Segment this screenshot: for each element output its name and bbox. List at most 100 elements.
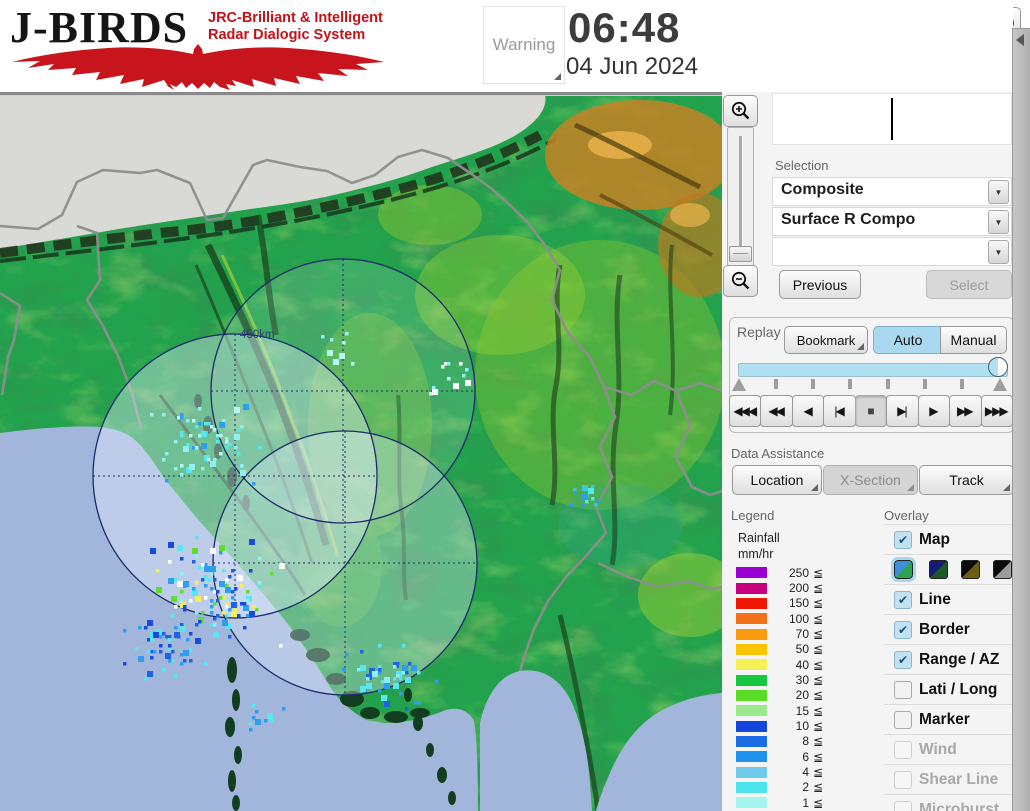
stop-button[interactable]: ■ <box>854 395 888 427</box>
legend-value: 50 <box>795 642 809 657</box>
map-style-swatch[interactable] <box>993 560 1012 579</box>
legend-value: 8 <box>802 734 809 749</box>
legend-color-swatch <box>736 613 767 625</box>
lte-symbol: ≦ <box>813 673 824 688</box>
data-assistance-label: Data Assistance <box>731 446 825 461</box>
skip-start-button[interactable]: |◀ <box>823 395 856 427</box>
legend-row: 30 ≦ <box>736 672 848 687</box>
dropdown-value: Surface R Compo <box>781 211 916 228</box>
legend-color-swatch <box>736 643 767 655</box>
overlay-item-microburst: Microburst <box>884 794 1012 811</box>
clock-time: 06:48 <box>568 4 681 51</box>
legend-color-swatch <box>736 797 767 809</box>
legend-color-swatch <box>736 582 767 594</box>
chevron-down-icon[interactable]: ▼ <box>988 240 1009 264</box>
legend-row: 6 ≦ <box>736 749 848 764</box>
legend-color-swatch <box>736 720 767 732</box>
empty-dropdown[interactable]: ▼ <box>772 237 1012 266</box>
zoom-out-button[interactable] <box>723 265 758 297</box>
radar-map[interactable]: 450km <box>0 95 742 811</box>
checkbox[interactable] <box>894 710 912 729</box>
checkbox[interactable]: ✔ <box>894 530 912 549</box>
jbirds-app: 450km J-BIRDS JRC-Brilliant & Intelligen… <box>0 0 1030 811</box>
forward-button[interactable]: ▶▶ <box>949 395 982 427</box>
checkbox[interactable]: ✔ <box>894 650 912 669</box>
zoom-slider[interactable] <box>727 127 754 266</box>
legend-value: 10 <box>795 719 809 734</box>
play-button[interactable]: ▶ <box>917 395 951 427</box>
zoom-slider-thumb[interactable] <box>729 246 752 262</box>
step-back-button[interactable]: ◀ <box>791 395 825 427</box>
slider-start-marker[interactable] <box>732 378 746 391</box>
overlay-item-marker: Marker <box>884 704 1012 734</box>
checkbox[interactable]: ✔ <box>894 590 912 609</box>
legend-row: 8 ≦ <box>736 734 848 749</box>
lte-symbol: ≦ <box>813 765 824 780</box>
overlay-item-shear-line: Shear Line <box>884 764 1012 794</box>
legend-color-swatch <box>736 781 767 793</box>
lte-symbol: ≦ <box>813 627 824 642</box>
panel-collapse-bar[interactable] <box>1012 28 1030 811</box>
bookmark-button[interactable]: Bookmark <box>784 326 868 354</box>
dropdown-value: Composite <box>781 181 864 198</box>
legend-color-swatch <box>736 659 767 671</box>
legend-color-swatch <box>736 597 767 609</box>
legend-value: 40 <box>795 657 809 672</box>
select-button[interactable]: Select <box>926 270 1012 299</box>
checkbox <box>894 800 912 811</box>
product-dropdown[interactable]: Surface R Compo ▼ <box>772 207 1012 236</box>
rewind-fast-button[interactable]: ◀◀◀ <box>729 395 762 427</box>
legend-value: 200 <box>788 581 809 596</box>
xsection-button[interactable]: X-Section <box>823 465 918 495</box>
overlay-label: Border <box>919 620 970 638</box>
legend-value: 250 <box>788 565 809 580</box>
lte-symbol: ≦ <box>813 780 824 795</box>
legend-row: 20 ≦ <box>736 688 848 703</box>
legend-section-label: Legend <box>731 508 775 523</box>
magnifier-minus-icon <box>731 271 749 290</box>
replay-section-label: Replay <box>737 324 781 340</box>
slider-end-marker[interactable] <box>993 378 1007 391</box>
legend-title: Rainfall <box>738 531 780 545</box>
composite-dropdown[interactable]: Composite ▼ <box>772 177 1012 206</box>
map-style-swatch[interactable] <box>961 560 980 579</box>
slider-tick <box>848 379 853 389</box>
time-slider-track[interactable] <box>738 363 1008 377</box>
lte-symbol: ≦ <box>813 611 824 626</box>
auto-mode-button[interactable]: Auto <box>873 326 943 354</box>
overlay-label: Wind <box>919 740 957 758</box>
eagle-logo-icon <box>12 44 384 90</box>
lte-symbol: ≦ <box>813 642 824 657</box>
track-button[interactable]: Track <box>919 465 1014 495</box>
checkbox[interactable] <box>894 680 912 699</box>
checkbox[interactable]: ✔ <box>894 620 912 639</box>
legend-row: 150 ≦ <box>736 596 848 611</box>
overlay-label: Shear Line <box>919 770 999 788</box>
previous-button[interactable]: Previous <box>779 270 861 299</box>
chevron-down-icon[interactable]: ▼ <box>988 210 1009 234</box>
lte-symbol: ≦ <box>813 795 824 810</box>
legend-unit: mm/hr <box>738 547 774 561</box>
clock-date: 04 Jun 2024 <box>566 53 699 80</box>
legend-color-swatch <box>736 674 767 686</box>
legend-value: 30 <box>795 673 809 688</box>
legend-color-scale: 250 ≦ 200 ≦ 150 ≦ 100 ≦ 70 ≦ 50 ≦ 40 ≦ 30 ≦ 20 ≦ 15 ≦ 10 ≦ 8 ≦ 6… <box>736 565 848 811</box>
text-display-box[interactable] <box>772 93 1012 145</box>
time-slider-thumb[interactable] <box>988 357 1008 377</box>
map-style-swatch[interactable] <box>929 560 948 579</box>
zoom-in-button[interactable] <box>723 95 758 127</box>
lte-symbol: ≦ <box>813 581 824 596</box>
skip-end-button[interactable]: ▶| <box>886 395 919 427</box>
map-style-swatch[interactable] <box>891 557 916 582</box>
forward-fast-button[interactable]: ▶▶▶ <box>980 395 1013 427</box>
rewind-button[interactable]: ◀◀ <box>760 395 793 427</box>
chevron-down-icon[interactable]: ▼ <box>988 180 1009 204</box>
legend-color-swatch <box>736 628 767 640</box>
overlay-label: Map <box>919 530 950 548</box>
overlay-label: Line <box>919 590 951 608</box>
warning-button[interactable]: Warning <box>483 6 565 84</box>
checkbox <box>894 740 912 759</box>
location-button[interactable]: Location <box>732 465 822 495</box>
manual-mode-button[interactable]: Manual <box>940 326 1007 354</box>
legend-value: 4 <box>802 765 809 780</box>
